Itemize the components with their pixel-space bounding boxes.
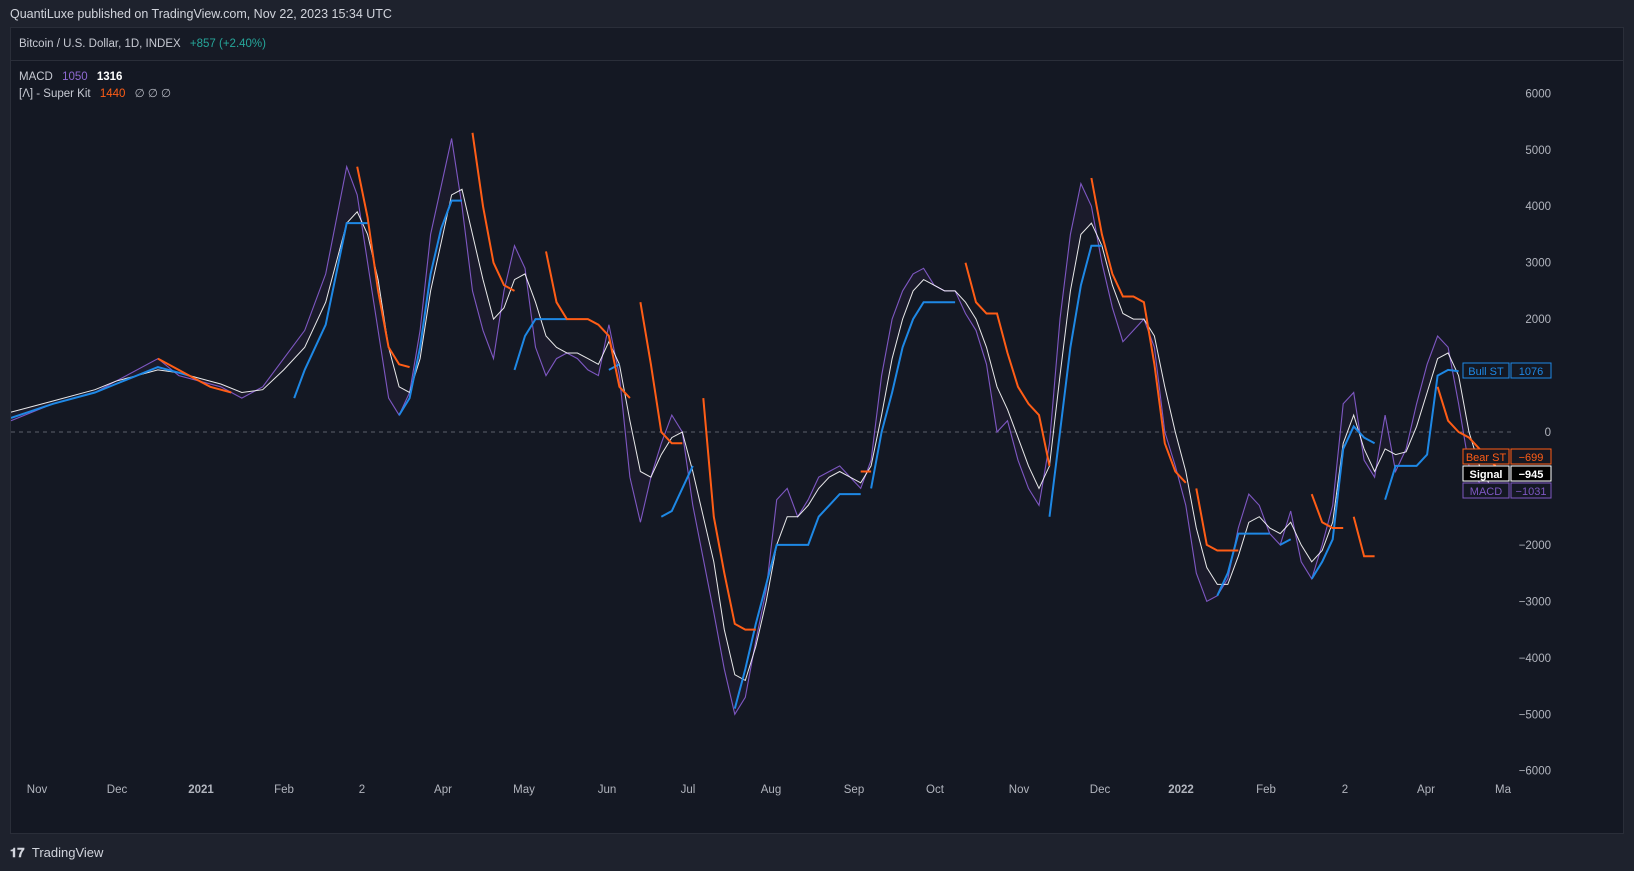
signal-line — [11, 188, 1491, 682]
y-tick-label: 6000 — [1525, 88, 1551, 100]
bear-st-segment — [157, 357, 232, 394]
x-tick-label: Aug — [761, 784, 781, 796]
x-tick-label: Nov — [1009, 784, 1030, 796]
bear-st-segment — [1352, 516, 1375, 558]
x-tick-label: Apr — [434, 784, 452, 796]
footer-brand: TradingView — [31, 845, 104, 860]
x-tick-label: Feb — [1256, 784, 1276, 796]
macd-legend-row[interactable]: MACD 1050 1316 — [19, 69, 171, 86]
bull-st-segment — [733, 493, 861, 709]
label-value: −699 — [1519, 452, 1544, 464]
x-tick-label: Sep — [844, 784, 864, 796]
tradingview-logo-icon: 𝟏𝟕 — [10, 845, 25, 860]
bull-st-segment — [1216, 532, 1270, 597]
publish-header: QuantiLuxe published on TradingView.com,… — [0, 0, 1634, 28]
chart-frame: Bitcoin / U.S. Dollar, 1D, INDEX +857 (+… — [10, 27, 1624, 834]
bear-st-segment — [1195, 488, 1239, 552]
label-value: 1076 — [1519, 366, 1543, 378]
bear-st-segment — [964, 262, 1051, 467]
label-value: −945 — [1519, 469, 1544, 481]
superkit-legend-name: [Λ] - Super Kit — [19, 88, 91, 100]
price-label-bear-st: Bear ST −699 — [1462, 448, 1552, 465]
price-label-macd: MACD −1031 — [1462, 482, 1552, 499]
y-tick-label: −6000 — [1519, 766, 1551, 778]
macd-line — [11, 138, 1491, 716]
price-label-signal: Signal −945 — [1462, 465, 1552, 482]
y-tick-label: 5000 — [1525, 145, 1551, 157]
x-tick-label: Dec — [1090, 784, 1111, 796]
bear-st-segment — [1310, 493, 1344, 529]
x-tick-label: 2021 — [188, 784, 214, 796]
y-tick-label: 4000 — [1525, 201, 1551, 213]
bear-st-segment — [545, 251, 631, 399]
label-name: Bull ST — [1468, 366, 1504, 378]
label-name: Signal — [1469, 469, 1502, 481]
y-tick-label: −4000 — [1519, 653, 1551, 665]
label-name: MACD — [1470, 486, 1502, 498]
chart-plot[interactable]: 6000 5000 4000 3000 2000 0 −2000 −3000 −4000 −500… — [11, 28, 1623, 833]
y-tick-label: 2000 — [1525, 314, 1551, 326]
label-name: Bear ST — [1466, 452, 1507, 464]
y-tick-label: −5000 — [1519, 709, 1551, 721]
x-tick-label: Dec — [107, 784, 128, 796]
price-label-bull-st: Bull ST 1076 — [1462, 362, 1552, 379]
x-tick-label: Jul — [681, 784, 696, 796]
indicator-legend: MACD 1050 1316 [Λ] - Super Kit 1440 ∅ ∅ … — [19, 69, 171, 103]
y-tick-label: 0 — [1545, 427, 1551, 439]
superkit-legend-row[interactable]: [Λ] - Super Kit 1440 ∅ ∅ ∅ — [19, 86, 171, 103]
superkit-legend-nulls: ∅ ∅ ∅ — [134, 88, 172, 100]
x-tick-label: Apr — [1417, 784, 1435, 796]
macd-legend-name: MACD — [19, 71, 53, 83]
superkit-legend-value: 1440 — [99, 88, 126, 100]
macd-legend-value-1: 1050 — [62, 71, 88, 83]
macd-signal-fill — [11, 138, 1490, 715]
macd-legend-value-2: 1316 — [96, 71, 123, 83]
y-tick-label: −3000 — [1519, 596, 1551, 608]
x-tick-label: May — [513, 784, 535, 796]
tradingview-logo[interactable]: 𝟏𝟕 TradingView — [10, 834, 103, 871]
x-tick-label: 2022 — [1168, 784, 1194, 796]
label-value: −1031 — [1516, 486, 1547, 498]
x-tick-label: Feb — [274, 784, 294, 796]
publish-info: QuantiLuxe published on TradingView.com,… — [10, 7, 392, 21]
x-tick-label: Jun — [598, 784, 617, 796]
x-tick-label: Oct — [926, 784, 945, 796]
x-tick-label: 2 — [359, 784, 365, 796]
x-tick-label: 2 — [1342, 784, 1348, 796]
y-tick-label: 3000 — [1525, 258, 1551, 270]
x-tick-label: Ma — [1495, 784, 1512, 796]
footer: 𝟏𝟕 TradingView — [0, 834, 1634, 871]
y-tick-label: −2000 — [1519, 540, 1551, 552]
x-tick-label: Nov — [27, 784, 48, 796]
